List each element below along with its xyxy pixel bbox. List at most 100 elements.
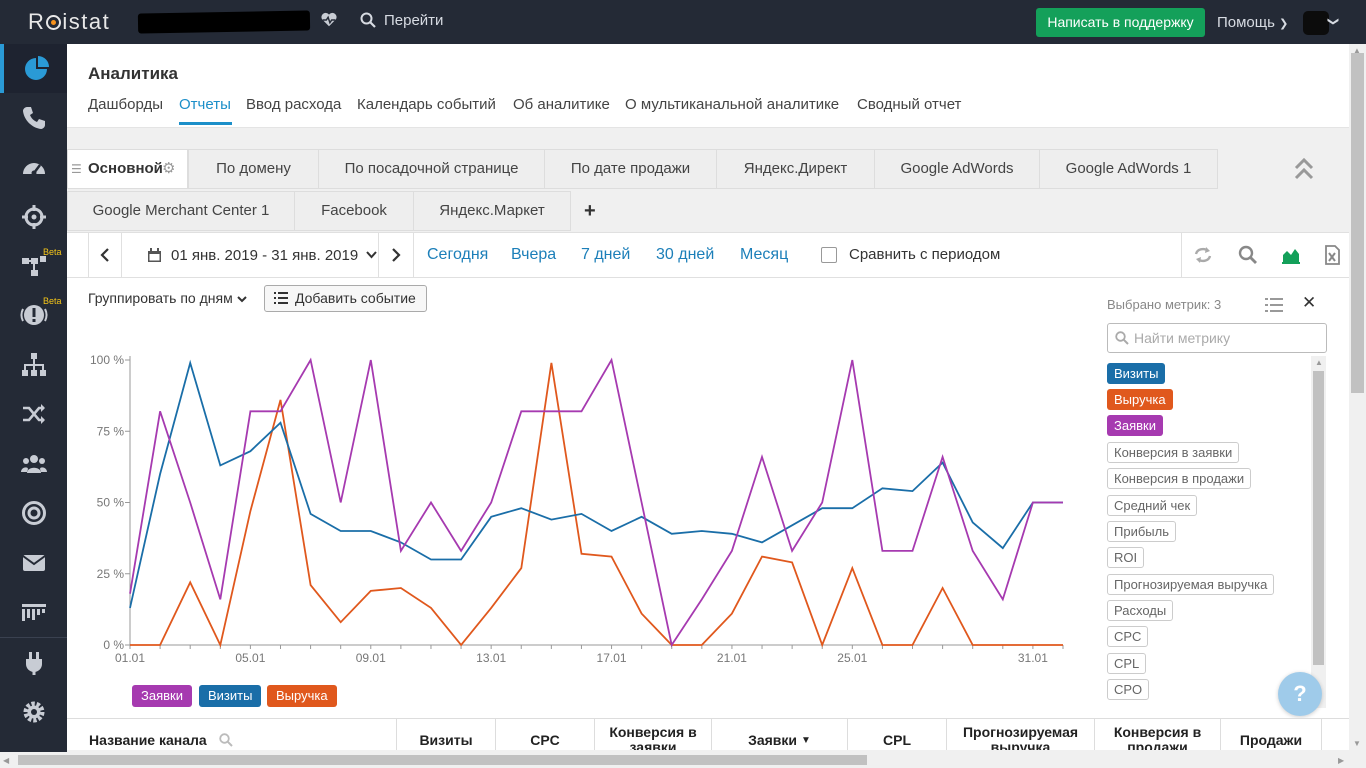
metric-chip-selected[interactable]: Заявки	[1107, 415, 1163, 436]
help-button[interactable]: ?	[1278, 672, 1322, 716]
report-tab-landing[interactable]: По посадочной странице	[318, 149, 545, 189]
y-tick-label: 25 %	[97, 567, 125, 581]
scroll-down-arrow[interactable]: ▼	[1353, 739, 1361, 748]
report-tab-yandex-direct[interactable]: Яндекс.Директ	[716, 149, 875, 189]
tab-reports[interactable]: Отчеты	[179, 96, 231, 113]
report-tab-merchant[interactable]: Google Merchant Center 1	[67, 191, 295, 231]
legend-item-vyruchka[interactable]: Выручка	[267, 685, 337, 707]
metric-chip[interactable]: Средний чек	[1107, 495, 1198, 516]
compare-label[interactable]: Сравнить с периодом	[849, 246, 1000, 263]
column-header-leads[interactable]: Заявки ▼	[712, 719, 848, 750]
help-menu[interactable]: Помощь ❯	[1217, 14, 1288, 31]
date-range-picker[interactable]: 01 янв. 2019 - 31 янв. 2019	[134, 233, 379, 277]
column-header-channel[interactable]: Название канала	[67, 719, 397, 750]
report-tab-google-adwords[interactable]: Google AdWords	[874, 149, 1040, 189]
phone-icon	[22, 106, 45, 129]
column-header-conversion-sales[interactable]: Конверсия в продажи	[1095, 719, 1221, 750]
metric-chip[interactable]: Прибыль	[1107, 521, 1176, 542]
report-tab-yandex-market[interactable]: Яндекс.Маркет	[413, 191, 571, 231]
quick-today[interactable]: Сегодня	[427, 246, 488, 264]
metric-chip[interactable]: Расходы	[1107, 600, 1174, 621]
scroll-up-arrow[interactable]: ▲	[1353, 46, 1361, 55]
gear-icon[interactable]: ⚙	[162, 150, 175, 188]
column-header-forecast-revenue[interactable]: Прогнозируемая выручка	[947, 719, 1095, 750]
tab-about-analytics[interactable]: Об аналитике	[513, 96, 610, 113]
tab-event-calendar[interactable]: Календарь событий	[357, 96, 496, 113]
search-icon[interactable]	[1238, 245, 1258, 265]
column-header-conversion-leads[interactable]: Конверсия в заявки	[595, 719, 712, 750]
metric-chip[interactable]: Конверсия в продажи	[1107, 468, 1252, 489]
metric-chip[interactable]: CPL	[1107, 653, 1147, 674]
sidebar-item-target[interactable]	[0, 192, 67, 241]
tab-expense-input[interactable]: Ввод расхода	[246, 96, 341, 113]
quick-30-days[interactable]: 30 дней	[656, 246, 714, 264]
page-hscroll-thumb[interactable]	[18, 755, 867, 765]
sidebar-item-email[interactable]	[0, 538, 67, 587]
sidebar-item-settings[interactable]	[0, 687, 67, 736]
drag-handle-icon[interactable]: ☰	[71, 150, 82, 188]
sidebar-item-pipeline[interactable]: Beta	[0, 241, 67, 290]
legend-item-vizity[interactable]: Визиты	[199, 685, 262, 707]
metric-chip[interactable]: ROI	[1107, 547, 1145, 568]
add-report-button[interactable]: +	[584, 200, 596, 223]
search-icon[interactable]	[218, 733, 233, 747]
quick-7-days[interactable]: 7 дней	[581, 246, 630, 264]
tab-summary-report[interactable]: Сводный отчет	[857, 96, 961, 113]
quick-yesterday[interactable]: Вчера	[511, 246, 556, 264]
column-header-cpl[interactable]: CPL	[848, 719, 947, 750]
sidebar-item-structure[interactable]	[0, 340, 67, 389]
chevron-down-icon[interactable]: ❯	[1327, 17, 1340, 26]
report-tab-google-adwords-1[interactable]: Google AdWords 1	[1039, 149, 1218, 189]
heart-icon[interactable]	[320, 11, 338, 31]
redacted-project-name[interactable]	[137, 10, 311, 34]
scroll-right-arrow[interactable]: ▶	[1338, 756, 1344, 765]
tab-multichannel[interactable]: О мультиканальной аналитике	[625, 96, 839, 113]
support-button[interactable]: Написать в поддержку	[1036, 8, 1205, 37]
sidebar-item-clients[interactable]	[0, 439, 67, 488]
excel-export-icon[interactable]	[1322, 245, 1342, 265]
metric-list-scroll-thumb[interactable]	[1313, 371, 1324, 665]
search-icon	[1115, 331, 1129, 345]
sidebar-item-integrations[interactable]	[0, 638, 67, 687]
prev-period-button[interactable]	[88, 233, 122, 277]
metric-search-input[interactable]	[1107, 323, 1327, 353]
scroll-up-arrow[interactable]: ▲	[1315, 358, 1323, 367]
sidebar-item-goals[interactable]	[0, 488, 67, 537]
metric-chip-selected[interactable]: Визиты	[1107, 363, 1166, 384]
go-search[interactable]: Перейти	[360, 12, 443, 29]
report-tab-sale-date[interactable]: По дате продажи	[544, 149, 717, 189]
collapse-up-icon[interactable]	[1293, 157, 1315, 187]
metric-chip[interactable]: Конверсия в заявки	[1107, 442, 1240, 463]
sidebar-item-reports[interactable]	[0, 587, 67, 636]
refresh-icon[interactable]	[1193, 245, 1213, 265]
tab-dashboards[interactable]: Дашборды	[88, 96, 163, 113]
column-header-sales[interactable]: Продажи	[1221, 719, 1322, 750]
search-icon	[360, 12, 376, 28]
close-icon[interactable]: ✕	[1302, 293, 1316, 313]
next-period-button[interactable]	[379, 233, 414, 277]
page-scroll-thumb[interactable]	[1351, 53, 1364, 393]
report-tab-facebook[interactable]: Facebook	[294, 191, 414, 231]
sidebar-item-analytics[interactable]	[0, 44, 67, 93]
metric-chip[interactable]: CPC	[1107, 626, 1149, 647]
metric-chip-selected[interactable]: Выручка	[1107, 389, 1173, 410]
sidebar-item-multichannel[interactable]	[0, 389, 67, 438]
report-tab-domain[interactable]: По домену	[188, 149, 319, 189]
metric-chip[interactable]: CPO	[1107, 679, 1150, 700]
roistat-logo[interactable]: Ristat	[28, 9, 110, 35]
report-tab-main[interactable]: ☰ Основной ⚙	[67, 149, 188, 189]
column-header-cpc[interactable]: CPC	[496, 719, 595, 750]
avatar[interactable]	[1303, 11, 1329, 35]
quick-month[interactable]: Месяц	[740, 246, 788, 264]
column-header-visits[interactable]: Визиты	[397, 719, 496, 750]
area-chart-icon[interactable]	[1281, 245, 1301, 265]
scroll-left-arrow[interactable]: ◀	[3, 756, 9, 765]
sidebar-item-alerts[interactable]: Beta	[0, 290, 67, 339]
sidebar-item-calltracking[interactable]	[0, 93, 67, 142]
sidebar-item-dashboard[interactable]	[0, 143, 67, 192]
legend-item-zayavki[interactable]: Заявки	[132, 685, 192, 707]
help-label: Помощь	[1217, 14, 1275, 31]
compare-checkbox[interactable]	[821, 247, 837, 263]
list-icon[interactable]	[1265, 298, 1283, 312]
metric-chip[interactable]: Прогнозируемая выручка	[1107, 574, 1275, 595]
